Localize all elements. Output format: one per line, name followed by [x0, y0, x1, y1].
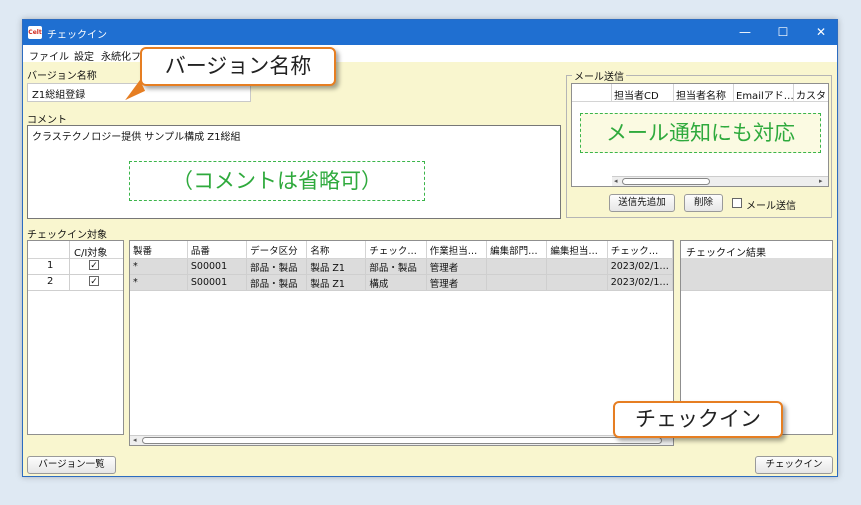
table-row[interactable]: * S00001 部品・製品 製品 Z1 部品・製品 管理者 2023/02/1… [130, 258, 674, 275]
col-data-type[interactable]: データ区分 [246, 241, 308, 259]
mail-col-staff-name[interactable]: 担当者名称 [676, 87, 726, 102]
col-seiban[interactable]: 製番 [130, 241, 188, 259]
cell-editor [546, 274, 608, 291]
col-edit-dept[interactable]: 編集部門… [486, 241, 548, 259]
ci-target-column-header[interactable]: C/I対象 [74, 244, 107, 259]
cell-edit-dept [486, 258, 548, 275]
cell-name: 製品 Z1 [306, 258, 367, 275]
mail-col-custom[interactable]: カスタム [796, 87, 826, 102]
title-bar: Celt チェックイン — ☐ ✕ [23, 20, 837, 45]
cell-edit-dept [486, 274, 548, 291]
table-row[interactable]: * S00001 部品・製品 製品 Z1 構成 管理者 2023/02/1… [130, 274, 674, 291]
maximize-button[interactable]: ☐ [768, 23, 798, 42]
mail-col-email[interactable]: Emailアド… [736, 87, 794, 102]
cell-part-no: S00001 [187, 258, 248, 275]
col-worker[interactable]: 作業担当… [426, 241, 488, 259]
send-mail-checkbox[interactable] [732, 198, 742, 208]
items-table: 製番 品番 データ区分 名称 チェック… 作業担当… 編集部門… 編集担当… チ… [129, 240, 674, 446]
ci-target-row[interactable]: 1 ✓ [28, 258, 123, 275]
cell-data-type: 部品・製品 [246, 258, 308, 275]
scroll-left-icon[interactable]: ◂ [614, 177, 618, 186]
items-grid: 製番 品番 データ区分 名称 チェック… 作業担当… 編集部門… 編集担当… チ… [130, 241, 674, 291]
checkin-callout: チェックイン [613, 401, 783, 438]
checkin-result-header[interactable]: チェックイン結果 [686, 244, 766, 259]
cell-part-no: S00001 [187, 274, 248, 291]
checkin-button[interactable]: チェックイン [755, 456, 833, 474]
ci-target-checkbox[interactable]: ✓ [89, 260, 99, 271]
items-table-hscrollbar[interactable]: ◂ [130, 435, 673, 445]
row-number: 1 [47, 260, 54, 271]
cell-data-type: 部品・製品 [246, 274, 308, 291]
ci-target-row[interactable]: 2 ✓ [28, 274, 123, 291]
mail-group-label: メール送信 [572, 68, 626, 83]
menu-persistence[interactable]: 永続化フ [101, 48, 141, 63]
checkin-target-table: C/I対象 1 ✓ 2 ✓ [27, 240, 124, 435]
row-number: 2 [47, 276, 54, 287]
mail-table-hscrollbar[interactable]: ◂ ▸ [612, 176, 828, 186]
checkin-target-label: チェックイン対象 [27, 230, 107, 241]
menu-file[interactable]: ファイル [29, 48, 69, 63]
cell-name: 製品 Z1 [306, 274, 367, 291]
cell-seiban: * [130, 274, 188, 291]
col-checkout-date[interactable]: チェック… [607, 241, 674, 259]
scroll-thumb[interactable] [622, 178, 710, 185]
cell-editor [546, 258, 608, 275]
version-name-label: バージョン名称 [27, 71, 97, 82]
cell-checkout-date: 2023/02/1… [607, 258, 674, 275]
cell-checkout-date: 2023/02/1… [607, 274, 674, 291]
mail-col-staff-cd[interactable]: 担当者CD [614, 87, 659, 102]
cell-seiban: * [130, 258, 188, 275]
result-row[interactable] [681, 258, 832, 275]
mail-notification-note: メール通知にも対応 [580, 113, 821, 153]
cell-worker: 管理者 [426, 274, 488, 291]
delete-recipient-button[interactable]: 削除 [684, 194, 723, 212]
send-mail-label: メール送信 [746, 201, 796, 212]
menu-settings[interactable]: 設定 [74, 48, 94, 63]
scroll-thumb[interactable] [142, 437, 662, 444]
comment-label: コメント [27, 115, 67, 126]
scroll-left-icon[interactable]: ◂ [133, 436, 137, 445]
cell-check: 構成 [365, 274, 427, 291]
col-part-no[interactable]: 品番 [187, 241, 248, 259]
col-editor[interactable]: 編集担当… [546, 241, 608, 259]
cell-worker: 管理者 [426, 258, 488, 275]
cell-check: 部品・製品 [365, 258, 427, 275]
result-row[interactable] [681, 274, 832, 291]
add-recipient-button[interactable]: 送信先追加 [609, 194, 675, 212]
minimize-button[interactable]: — [730, 23, 760, 42]
version-list-button[interactable]: バージョン一覧 [27, 456, 116, 474]
close-button[interactable]: ✕ [806, 23, 836, 42]
version-name-callout: バージョン名称 [140, 47, 336, 86]
col-check[interactable]: チェック… [365, 241, 427, 259]
col-name[interactable]: 名称 [306, 241, 367, 259]
comment-optional-note: （コメントは省略可） [129, 161, 425, 201]
app-icon: Celt [28, 26, 42, 39]
scroll-right-icon[interactable]: ▸ [819, 177, 823, 186]
window-title: チェックイン [47, 30, 107, 41]
ci-target-checkbox[interactable]: ✓ [89, 276, 99, 287]
